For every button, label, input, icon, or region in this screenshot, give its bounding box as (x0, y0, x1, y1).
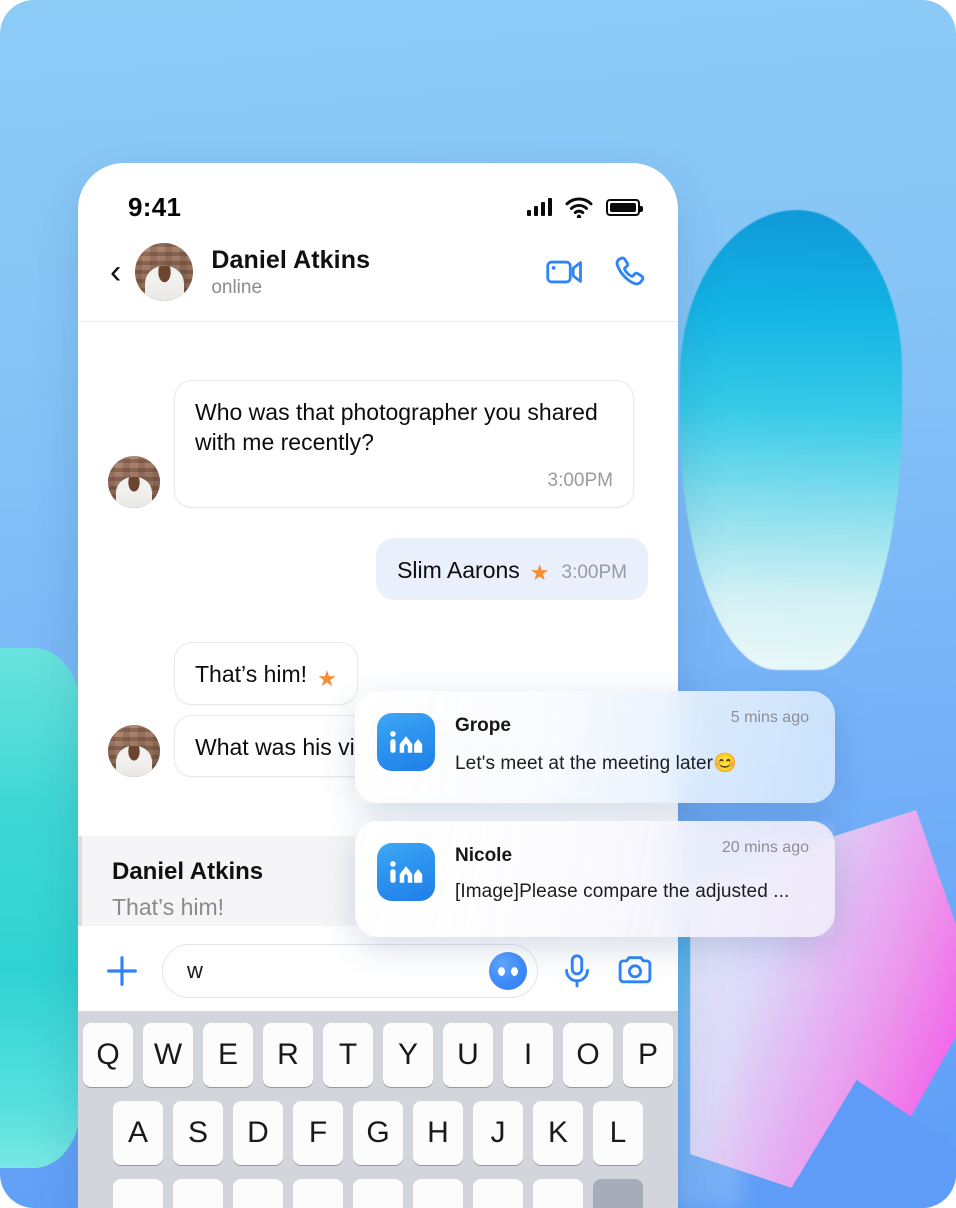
message-row-outgoing: Slim Aarons ★ 3:00PM (108, 537, 648, 601)
keyboard-row-3 (78, 1179, 678, 1208)
key-v[interactable] (353, 1179, 403, 1208)
key-f[interactable]: F (293, 1101, 343, 1165)
message-text: Slim Aarons (397, 556, 520, 583)
key-w[interactable]: W (143, 1023, 193, 1087)
star-icon: ★ (529, 559, 550, 585)
key-i[interactable]: I (503, 1023, 553, 1087)
wallpaper-blue-corner (760, 1080, 956, 1208)
on-screen-keyboard: Q W E R T Y U I O P A S D F G H J K L (78, 1011, 678, 1208)
notification-card[interactable]: Nicole [Image]Please compare the adjuste… (355, 821, 835, 937)
contact-name: Daniel Atkins (211, 245, 371, 274)
message-meta: ★ (317, 665, 337, 691)
key-p[interactable]: P (623, 1023, 673, 1087)
keyboard-row-2: A S D F G H J K L (78, 1101, 678, 1165)
signal-bars-icon (527, 198, 552, 216)
wallpaper-canvas: 9:41 ‹ Daniel Atkins online Who was that… (0, 0, 956, 1208)
key-k[interactable]: K (533, 1101, 583, 1165)
notification-time: 20 mins ago (721, 839, 809, 856)
message-bubble[interactable]: Who was that photographer you shared wit… (174, 380, 634, 508)
status-indicators (527, 196, 643, 218)
notification-message: [Image]Please compare the adjusted ... (455, 881, 790, 902)
notification-time: 5 mins ago (730, 709, 809, 726)
key-l[interactable]: L (593, 1101, 643, 1165)
im-app-icon (377, 713, 435, 771)
im-logo-glyph (390, 731, 423, 753)
message-input-bar: w (78, 931, 678, 1011)
key-c[interactable] (293, 1179, 343, 1208)
keyboard-row-1: Q W E R T Y U I O P (78, 1023, 678, 1087)
message-time: 3:00PM (547, 469, 613, 491)
message-time: 3:00PM (561, 562, 627, 584)
key-b[interactable] (413, 1179, 463, 1208)
plus-icon[interactable] (102, 951, 142, 991)
message-input-value[interactable]: w (187, 958, 489, 984)
key-s[interactable]: S (173, 1101, 223, 1165)
status-time: 9:41 (128, 191, 182, 222)
key-r[interactable]: R (263, 1023, 313, 1087)
header-names: Daniel Atkins online (211, 246, 546, 299)
star-icon: ★ (317, 665, 337, 691)
header-actions (546, 253, 648, 291)
message-bubble[interactable]: Slim Aarons ★ 3:00PM (376, 537, 648, 601)
message-text: That’s him! (195, 661, 308, 688)
key-y[interactable]: Y (383, 1023, 433, 1087)
key-d[interactable]: D (233, 1101, 283, 1165)
wifi-icon (565, 197, 593, 218)
search-input[interactable]: w (162, 944, 538, 998)
key-h[interactable]: H (413, 1101, 463, 1165)
key-shift[interactable] (113, 1179, 163, 1208)
message-row-incoming: Who was that photographer you shared wit… (108, 380, 648, 508)
wallpaper-left-teal-band (0, 648, 80, 1168)
video-camera-icon[interactable] (546, 253, 584, 291)
key-j[interactable]: J (473, 1101, 523, 1165)
key-z[interactable] (173, 1179, 223, 1208)
im-app-icon (377, 843, 435, 901)
message-text: Who was that photographer you shared wit… (195, 399, 598, 456)
status-bar: 9:41 (78, 163, 678, 235)
avatar[interactable] (135, 243, 194, 301)
key-backspace[interactable] (593, 1179, 643, 1208)
camera-icon[interactable] (616, 952, 654, 990)
key-o[interactable]: O (563, 1023, 613, 1087)
notification-message: Let's meet at the meeting later😊 (455, 753, 737, 774)
key-a[interactable]: A (113, 1101, 163, 1165)
key-t[interactable]: T (323, 1023, 373, 1087)
emoji-face-icon[interactable] (489, 952, 527, 990)
message-bubble[interactable]: That’s him! ★ (174, 642, 358, 705)
battery-icon (606, 198, 643, 216)
chat-header: ‹ Daniel Atkins online (78, 235, 678, 322)
phone-icon[interactable] (610, 253, 648, 291)
notification-card[interactable]: Grope Let's meet at the meeting later😊 5… (355, 691, 835, 803)
key-x[interactable] (233, 1179, 283, 1208)
contact-status: online (211, 276, 263, 298)
im-logo-glyph (390, 861, 423, 883)
key-e[interactable]: E (203, 1023, 253, 1087)
message-meta: 3:00PM (548, 468, 613, 493)
wallpaper-teal-blob (680, 210, 902, 670)
microphone-icon[interactable] (558, 952, 596, 990)
phone-screen: 9:41 ‹ Daniel Atkins online Who was that… (78, 163, 678, 1208)
back-button[interactable]: ‹ (104, 255, 135, 289)
key-u[interactable]: U (443, 1023, 493, 1087)
avatar (108, 455, 160, 508)
key-m[interactable] (533, 1179, 583, 1208)
key-n[interactable] (473, 1179, 523, 1208)
key-q[interactable]: Q (83, 1023, 133, 1087)
message-meta: ★ 3:00PM (530, 560, 627, 585)
avatar (108, 724, 160, 777)
key-g[interactable]: G (353, 1101, 403, 1165)
